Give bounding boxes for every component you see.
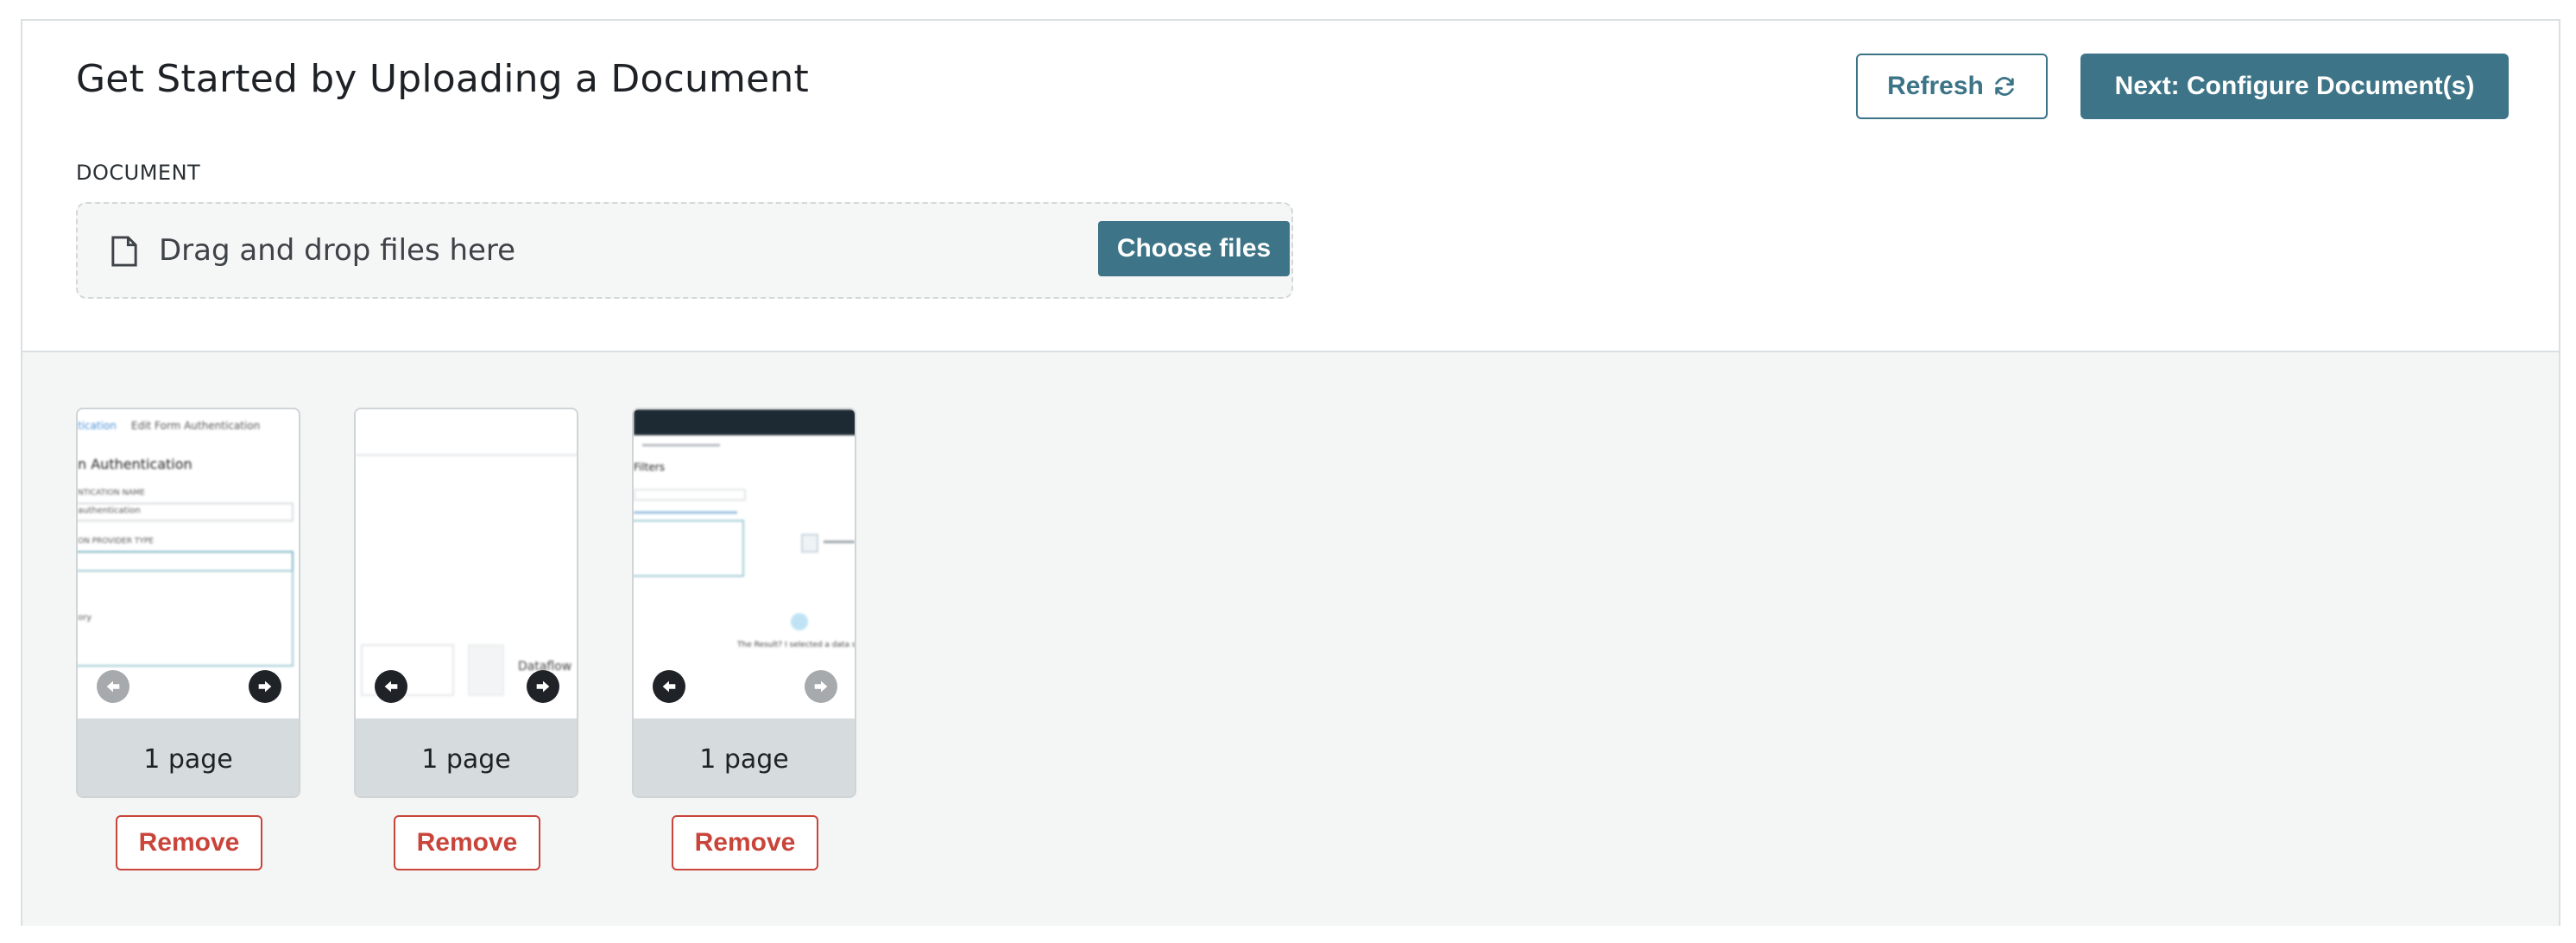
page-count: 1 page <box>78 718 299 796</box>
dropzone-text: Drag and drop files here <box>159 233 516 268</box>
file-thumbnail: Filters The Result? I selected a data so… <box>634 409 855 718</box>
thumb-breadcrumb <box>642 444 720 446</box>
file-preview-card: Filters The Result? I selected a data so… <box>632 408 856 798</box>
thumb-select <box>78 551 294 572</box>
previous-page-button[interactable] <box>97 670 129 703</box>
thumb-heading: Filters <box>634 461 665 473</box>
file-thumbnail: tication Edit Form Authentication n Auth… <box>78 409 299 718</box>
refresh-icon <box>1995 77 2014 96</box>
thumb-link <box>634 511 737 514</box>
page-title: Get Started by Uploading a Document <box>76 57 809 101</box>
remove-file-button[interactable]: Remove <box>394 815 540 870</box>
thumb-heading: n Authentication <box>78 456 193 472</box>
file-dropzone[interactable]: Drag and drop files here Choose files <box>76 202 1293 299</box>
thumb-app-bar <box>634 409 855 435</box>
thumb-input <box>634 489 746 501</box>
thumb-text <box>824 541 855 543</box>
remove-file-button[interactable]: Remove <box>672 815 818 870</box>
upload-header: Get Started by Uploading a Document Refr… <box>22 21 2559 351</box>
thumb-panel <box>468 644 504 696</box>
arrow-right-icon <box>814 680 828 693</box>
refresh-label: Refresh <box>1887 72 1984 100</box>
thumb-field-label: ON PROVIDER TYPE <box>78 537 154 546</box>
next-page-button[interactable] <box>805 670 837 703</box>
uploaded-files-area: tication Edit Form Authentication n Auth… <box>22 351 2559 926</box>
thumb-divider <box>356 454 577 456</box>
file-preview-card: tication Edit Form Authentication n Auth… <box>76 408 300 798</box>
arrow-right-icon <box>536 680 550 693</box>
page-count: 1 page <box>634 718 855 796</box>
remove-file-button[interactable]: Remove <box>116 815 262 870</box>
thumb-message: The Result? I selected a data source <box>737 641 855 649</box>
arrow-left-icon <box>662 680 676 693</box>
upload-card: Get Started by Uploading a Document Refr… <box>21 19 2560 926</box>
thumb-chip <box>801 534 818 553</box>
previous-page-button[interactable] <box>653 670 685 703</box>
thumb-dropdown-list <box>78 570 294 667</box>
file-preview-card: Dataflow 1 page <box>354 408 578 798</box>
document-section-label: DOCUMENT <box>76 161 201 185</box>
previous-page-button[interactable] <box>375 670 407 703</box>
file-icon <box>111 236 137 267</box>
refresh-button[interactable]: Refresh <box>1856 54 2048 119</box>
next-page-button[interactable] <box>249 670 281 703</box>
thumb-breadcrumb-link: tication <box>78 420 117 432</box>
thumb-breadcrumb-current: Edit Form Authentication <box>131 420 261 432</box>
next-configure-button[interactable]: Next: Configure Document(s) <box>2080 54 2509 119</box>
choose-files-button[interactable]: Choose files <box>1098 221 1290 276</box>
arrow-right-icon <box>258 680 272 693</box>
thumb-option: ory <box>78 613 92 623</box>
page-count: 1 page <box>356 718 577 796</box>
thumb-illustration <box>791 613 808 630</box>
next-page-button[interactable] <box>527 670 559 703</box>
arrow-left-icon <box>384 680 398 693</box>
file-thumbnail: Dataflow <box>356 409 577 718</box>
thumb-dropdown-list <box>634 520 744 577</box>
thumb-input-value: authentication <box>78 506 141 516</box>
thumb-field-label: NTICATION NAME <box>78 489 145 497</box>
arrow-left-icon <box>106 680 120 693</box>
